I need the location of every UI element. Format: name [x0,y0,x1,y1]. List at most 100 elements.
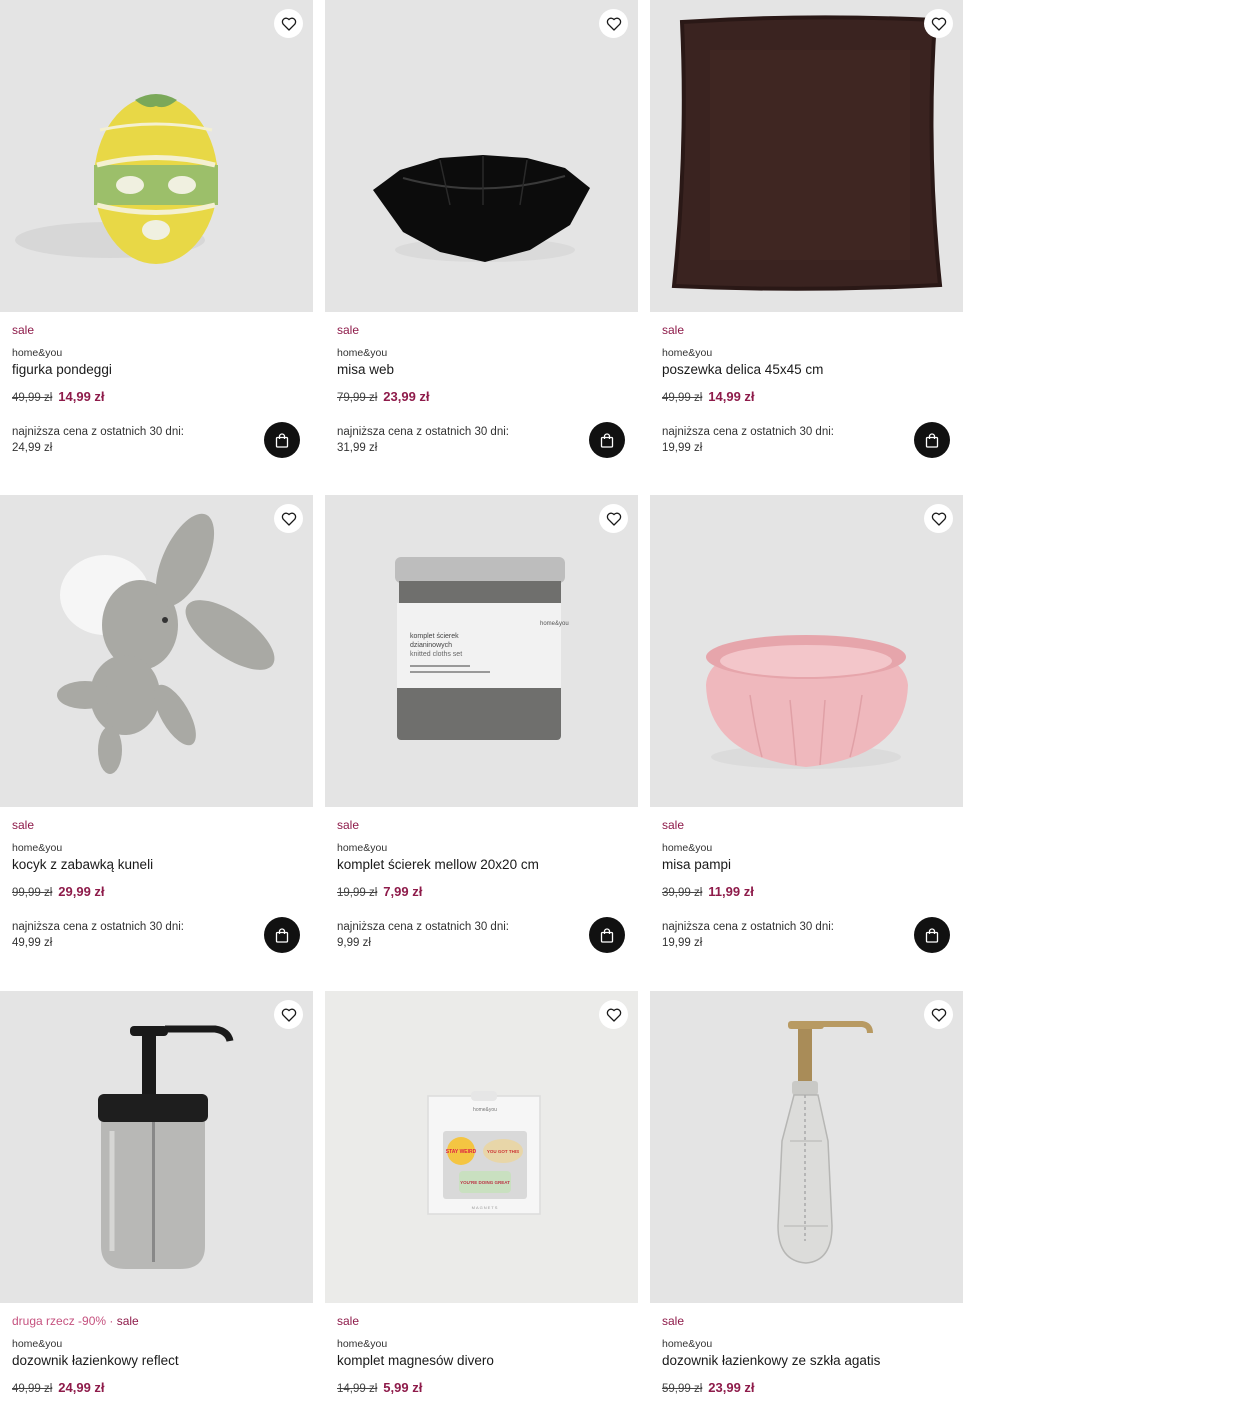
product-card[interactable]: home&you komplet ścierek dzianinowych kn… [325,495,638,985]
shopping-bag-icon [925,927,939,943]
favorite-button[interactable] [274,504,303,533]
heart-icon [606,17,621,31]
add-to-cart-button[interactable] [914,422,950,458]
lowest-price-value: 49,99 zł [12,937,53,949]
price-block: 14,99 zł 5,99 zł [337,1379,422,1397]
add-to-cart-button[interactable] [589,422,625,458]
package-brand: home&you [540,621,569,627]
product-name[interactable]: figurka pondeggi [12,362,112,377]
favorite-button[interactable] [599,9,628,38]
product-image[interactable] [650,991,963,1303]
product-card[interactable]: sale home&you misa pampi 39,99 zł 11,99 z… [650,495,963,985]
heart-icon [931,17,946,31]
add-to-cart-button[interactable] [914,917,950,953]
price-block: 59,99 zł 23,99 zł [662,1379,755,1397]
old-price: 59,99 zł [662,1383,703,1395]
old-price: 14,99 zł [337,1383,378,1395]
sale-price: 5,99 zł [383,1380,423,1395]
price-block: 79,99 zł 23,99 zł [337,388,430,406]
product-card[interactable]: druga rzecz -90% · sale home&you dozowni… [0,991,313,1412]
heart-icon [281,512,296,526]
favorite-button[interactable] [924,504,953,533]
favorite-button[interactable] [274,1000,303,1029]
sale-price: 29,99 zł [58,884,105,899]
easter-egg-figurine-image [15,94,218,264]
favorite-button[interactable] [599,504,628,533]
product-name[interactable]: poszewka delica 45x45 cm [662,362,823,377]
promo-label: druga rzecz -90% · sale [12,1314,139,1328]
product-brand: home&you [12,347,63,359]
sale-price: 11,99 zł [708,884,754,899]
lowest-price-note: najniższa cena z ostatnich 30 dni: 24,99… [12,424,232,456]
package-line-3: knitted cloths set [410,651,462,658]
old-price: 49,99 zł [12,1383,53,1395]
old-price: 49,99 zł [662,392,703,404]
sale-price: 14,99 zł [708,389,755,404]
plush-bunny-blanket-image [57,513,275,774]
promo-label: sale [12,818,35,832]
package-line-2: dzianinowych [410,642,452,649]
product-image[interactable] [0,0,313,312]
heart-icon [931,512,946,526]
price-block: 49,99 zł 14,99 zł [12,388,105,406]
shopping-bag-icon [275,432,289,448]
package-footer: MAGNETS [472,1205,499,1210]
product-card[interactable]: sale home&you kocyk z zabawką kuneli 99,… [0,495,313,985]
product-name[interactable]: misa pampi [662,857,731,872]
price-block: 49,99 zł 24,99 zł [12,1379,105,1397]
lowest-price-note: najniższa cena z ostatnich 30 dni: 31,99… [337,424,557,456]
lowest-price-note: najniższa cena z ostatnich 30 dni: 19,99… [662,424,882,456]
promo-label: sale [662,323,685,337]
product-image[interactable] [650,0,963,312]
favorite-button[interactable] [599,1000,628,1029]
product-image[interactable] [0,495,313,807]
product-image[interactable] [325,0,638,312]
product-name[interactable]: misa web [337,362,394,377]
add-to-cart-button[interactable] [264,422,300,458]
old-price: 99,99 zł [12,887,53,899]
add-to-cart-button[interactable] [264,917,300,953]
add-to-cart-button[interactable] [589,917,625,953]
black-bowl-image [373,155,590,262]
old-price: 79,99 zł [337,392,378,404]
product-card[interactable]: home&you STAY WEIRD YOU GOT THIS YOU'RE … [325,991,638,1412]
heart-icon [606,512,621,526]
product-name[interactable]: kocyk z zabawką kuneli [12,857,153,872]
magnet-3-text: YOU'RE DOING GREAT [460,1180,510,1185]
lowest-price-note: najniższa cena z ostatnich 30 dni: 49,99… [12,919,232,951]
product-image[interactable]: home&you STAY WEIRD YOU GOT THIS YOU'RE … [325,991,638,1303]
product-card[interactable]: sale home&you misa web 79,99 zł 23,99 zł … [325,0,638,490]
product-name[interactable]: komplet ścierek mellow 20x20 cm [337,857,539,872]
pink-bowl-image [706,635,908,769]
promo-label: sale [662,818,685,832]
price-block: 39,99 zł 11,99 zł [662,883,754,901]
product-card[interactable]: sale home&you poszewka delica 45x45 cm 4… [650,0,963,490]
product-card[interactable]: sale home&you dozownik łazienkowy ze szk… [650,991,963,1412]
magnets-set-image: home&you STAY WEIRD YOU GOT THIS YOU'RE … [427,1091,541,1215]
favorite-button[interactable] [924,1000,953,1029]
product-name[interactable]: dozownik łazienkowy reflect [12,1353,179,1368]
product-image[interactable] [650,495,963,807]
sale-price: 24,99 zł [58,1380,105,1395]
old-price: 19,99 zł [337,887,378,899]
lowest-price-note: najniższa cena z ostatnich 30 dni: 19,99… [662,919,882,951]
product-brand: home&you [337,1338,388,1350]
product-name[interactable]: komplet magnesów divero [337,1353,494,1368]
magnet-1-text: STAY WEIRD [446,1149,477,1155]
knitted-cloths-image: home&you komplet ścierek dzianinowych kn… [395,557,569,740]
heart-icon [281,17,296,31]
sale-price: 7,99 zł [383,884,423,899]
product-image[interactable]: home&you komplet ścierek dzianinowych kn… [325,495,638,807]
product-card[interactable]: sale home&you figurka pondeggi 49,99 zł 1… [0,0,313,490]
package-line-1: komplet ścierek [410,633,459,640]
favorite-button[interactable] [924,9,953,38]
product-brand: home&you [662,1338,713,1350]
shopping-bag-icon [600,927,614,943]
product-name[interactable]: dozownik łazienkowy ze szkła agatis [662,1353,880,1368]
heart-icon [281,1008,296,1022]
heart-icon [606,1008,621,1022]
product-image[interactable] [0,991,313,1303]
product-brand: home&you [12,1338,63,1350]
favorite-button[interactable] [274,9,303,38]
black-soap-dispenser-image [98,1025,234,1269]
